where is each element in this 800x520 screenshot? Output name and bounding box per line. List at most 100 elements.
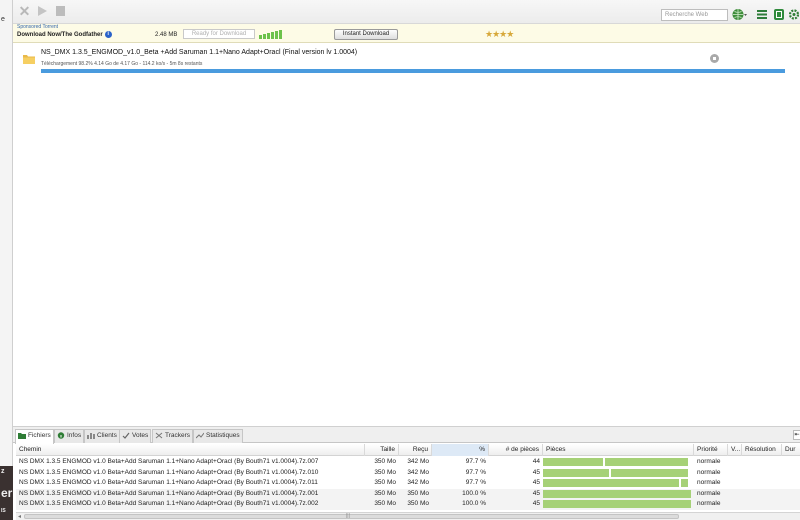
file-size: 350 Mo: [374, 500, 396, 507]
file-piece-count: 45: [532, 489, 540, 497]
file-received: 342 Mo: [407, 479, 429, 486]
column-percent[interactable]: %: [432, 444, 489, 456]
signal-bars-icon: [259, 29, 282, 39]
clients-icon: [87, 432, 95, 439]
table-row[interactable]: NS DMX 1.3.5 ENGMOD v1.0 Beta+Add Saruma…: [16, 478, 800, 489]
file-priority: normale: [697, 489, 721, 497]
file-priority: normale: [697, 500, 721, 507]
table-header: Chemin Taille Reçu % # de pièces Pièces …: [16, 444, 800, 456]
list-icon[interactable]: [756, 8, 768, 21]
file-size: 350 Mo: [374, 479, 396, 486]
folder-icon: [18, 432, 26, 439]
sponsored-title[interactable]: Download Now/The Godfather i: [17, 31, 112, 38]
torrent-name[interactable]: NS_DMX 1.3.5_ENGMOD_v1.0_Beta +Add Sarum…: [41, 49, 357, 56]
file-percent: 97.7 %: [465, 479, 486, 486]
torrent-progress-bar: [41, 69, 785, 73]
table-row[interactable]: NS DMX 1.3.5 ENGMOD v1.0 Beta+Add Saruma…: [16, 499, 800, 510]
column-size[interactable]: Taille: [365, 444, 399, 456]
votes-icon: [122, 432, 130, 439]
settings-icon[interactable]: [788, 8, 800, 21]
file-path: NS DMX 1.3.5 ENGMOD v1.0 Beta+Add Saruma…: [19, 489, 319, 497]
background-window-image-text: z: [1, 468, 5, 475]
globe-icon[interactable]: [732, 8, 747, 21]
file-size: 350 Mo: [374, 468, 396, 476]
column-path[interactable]: Chemin: [16, 444, 365, 456]
tab-trackers[interactable]: Trackers: [152, 429, 194, 443]
table-row[interactable]: NS DMX 1.3.5 ENGMOD v1.0 Beta+Add Saruma…: [16, 488, 800, 499]
column-priority[interactable]: Priorité: [694, 444, 728, 456]
scrollbar-thumb[interactable]: [24, 514, 679, 519]
tab-label: Trackers: [165, 432, 191, 439]
file-piece-count: 45: [532, 500, 540, 507]
stats-icon: [195, 432, 205, 439]
background-window-image-text: er: [1, 486, 13, 500]
toolbar: ✕ Recherche Web: [13, 0, 800, 24]
scroll-left-icon[interactable]: ◂: [18, 513, 21, 520]
table-row[interactable]: NS DMX 1.3.5 ENGMOD v1.0 Beta+Add Saruma…: [16, 468, 800, 479]
file-received: 350 Mo: [407, 500, 429, 507]
instant-download-button[interactable]: Instant Download: [334, 29, 398, 40]
file-path: NS DMX 1.3.5 ENGMOD v1.0 Beta+Add Saruma…: [19, 468, 319, 476]
file-piece-count: 45: [532, 479, 540, 486]
file-size: 350 Mo: [374, 489, 396, 497]
missing-piece-gap: [603, 458, 605, 466]
column-resolution[interactable]: Résolution: [742, 444, 782, 456]
column-piece-count[interactable]: # de pièces: [489, 444, 543, 456]
notepad-icon[interactable]: [773, 8, 785, 21]
tab-statistics[interactable]: Statistiques: [193, 429, 243, 443]
tab-files[interactable]: Fichiers: [15, 429, 54, 444]
torrent-status: Téléchargement 98.2% 4.14 Go de 4.17 Go …: [41, 61, 203, 67]
pieces-bar: [543, 458, 688, 466]
info-icon[interactable]: i: [104, 31, 112, 38]
sponsored-size: 2.48 MB: [155, 32, 178, 38]
file-size: 350 Mo: [374, 458, 396, 465]
sponsored-title-text[interactable]: Download Now/The Godfather: [17, 32, 103, 38]
file-path: NS DMX 1.3.5 ENGMOD v1.0 Beta+Add Saruma…: [19, 458, 319, 465]
search-input[interactable]: Recherche Web: [661, 9, 728, 21]
play-icon[interactable]: [35, 5, 48, 18]
file-piece-count: 44: [532, 458, 540, 465]
file-percent: 97.7 %: [465, 468, 486, 476]
file-received: 342 Mo: [407, 468, 429, 476]
folder-icon: [22, 52, 36, 66]
background-window-image-text: IS: [1, 508, 6, 514]
tab-label: Clients: [97, 432, 117, 439]
column-v[interactable]: V...: [728, 444, 742, 456]
pause-icon[interactable]: [53, 5, 66, 18]
ready-status-box: Ready for Download: [183, 29, 255, 39]
tab-label: Votes: [132, 432, 149, 439]
trackers-icon: [155, 432, 163, 439]
tab-label: Infos: [67, 432, 82, 439]
files-table: Chemin Taille Reçu % # de pièces Pièces …: [16, 444, 800, 520]
pieces-bar: [543, 468, 688, 477]
pieces-bar: [543, 489, 691, 498]
tab-votes[interactable]: Votes: [119, 429, 152, 443]
missing-piece-gap: [679, 479, 681, 487]
panel-toggle-icon[interactable]: ⇤: [793, 430, 800, 440]
tab-label: Fichiers: [28, 432, 51, 439]
torrent-list: NS_DMX 1.3.5_ENGMOD_v1.0_Beta +Add Sarum…: [13, 43, 800, 427]
file-priority: normale: [697, 458, 721, 465]
background-window-edge: e z er IS: [0, 0, 13, 520]
horizontal-scrollbar[interactable]: ◂ |||: [16, 512, 800, 520]
column-pieces[interactable]: Pièces: [543, 444, 694, 456]
detail-tabs: Fichiers Infos Clients Votes Trackers St…: [13, 427, 800, 444]
pieces-bar: [543, 500, 691, 508]
tab-label: Statistiques: [206, 432, 240, 439]
file-priority: normale: [697, 479, 721, 486]
file-percent: 97.7 %: [465, 458, 486, 465]
file-percent: 100.0 %: [462, 489, 486, 497]
tab-clients[interactable]: Clients: [84, 429, 120, 443]
column-duration[interactable]: Dur: [782, 444, 800, 456]
tab-infos[interactable]: Infos: [54, 429, 85, 443]
pieces-bar: [543, 479, 688, 487]
close-icon[interactable]: ✕: [18, 4, 31, 18]
app-window: e z er IS ✕ Recherche Web Sponsored Torr…: [0, 0, 800, 520]
rating-stars: ★★★★: [485, 29, 514, 39]
column-received[interactable]: Reçu: [399, 444, 432, 456]
table-row[interactable]: NS DMX 1.3.5 ENGMOD v1.0 Beta+Add Saruma…: [16, 457, 800, 468]
stop-icon[interactable]: [710, 54, 719, 63]
file-percent: 100.0 %: [462, 500, 486, 507]
file-priority: normale: [697, 468, 721, 476]
sponsored-banner: Sponsored Torrent Download Now/The Godfa…: [13, 24, 800, 43]
